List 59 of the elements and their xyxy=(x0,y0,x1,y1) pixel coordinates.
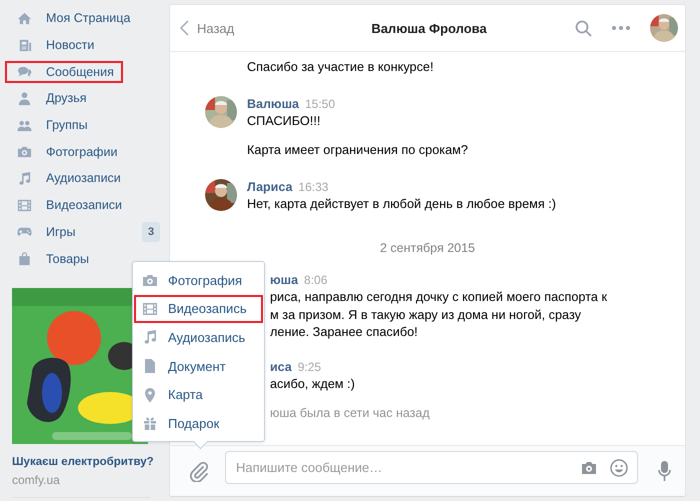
music-note-icon xyxy=(142,329,158,346)
message-time: 15:50 xyxy=(304,96,335,112)
menu-item[interactable]: Видеозаписи xyxy=(13,194,128,216)
chevron-left-icon xyxy=(180,20,189,36)
home-icon xyxy=(17,10,32,26)
menu-item[interactable]: Друзья xyxy=(13,87,93,110)
more-icon[interactable] xyxy=(612,26,630,30)
message-text: Карта имеет ограничения по срокам? xyxy=(247,142,468,159)
ad-title[interactable]: Шукаєш електробритву? xyxy=(12,454,154,470)
author-name[interactable]: Валюша xyxy=(247,96,299,112)
message-time: 9:25 xyxy=(298,358,322,376)
paperclip-icon[interactable] xyxy=(189,460,209,482)
message-text: асибо, ждем :) xyxy=(270,376,355,393)
camera-icon[interactable] xyxy=(580,460,598,476)
menu-item[interactable]: Игры xyxy=(13,220,82,243)
back-button[interactable]: Назад xyxy=(180,20,234,36)
menu-item[interactable]: Товары xyxy=(13,248,95,270)
menu-item[interactable]: Документ xyxy=(134,352,263,380)
camera-icon xyxy=(17,144,32,160)
menu-item[interactable]: Фотография xyxy=(134,266,263,295)
menu-item[interactable]: Фотографии xyxy=(13,140,124,163)
author-name[interactable]: юша xyxy=(270,272,298,289)
author-name[interactable]: иса xyxy=(270,358,292,376)
message-text: Нет, карта действует в любой день в любое время :) xyxy=(247,196,556,213)
gift-icon xyxy=(142,415,158,432)
film-icon xyxy=(142,300,158,317)
message-time: 8:06 xyxy=(304,272,328,289)
menu-item[interactable]: Сообщения xyxy=(5,60,123,83)
search-icon[interactable] xyxy=(575,20,592,36)
camera-icon xyxy=(142,272,158,288)
message-field[interactable]: Напишите сообщение… xyxy=(225,450,638,484)
smiley-icon[interactable] xyxy=(610,458,628,476)
person-icon xyxy=(17,90,32,106)
menu-item[interactable]: Аудиозапись xyxy=(134,323,263,352)
message-text: СПАСИБО!!! xyxy=(247,112,322,130)
ad-domain: comfy.ua xyxy=(12,472,61,487)
menu-item[interactable]: Новости xyxy=(13,34,100,56)
newspaper-icon xyxy=(17,38,32,53)
menu-item[interactable]: Моя Страница xyxy=(13,7,136,30)
status-text: юша была в сети час назад xyxy=(270,406,430,420)
message-text: Спасибо за участие в конкурсе! xyxy=(247,59,434,76)
menu-item[interactable]: Аудиозаписи xyxy=(13,167,127,190)
music-note-icon xyxy=(17,170,32,186)
menu-item[interactable]: Видеозапись xyxy=(134,294,263,324)
chat-bubbles-icon xyxy=(17,64,32,80)
menu-item[interactable]: Подарок xyxy=(134,408,263,438)
author-name[interactable]: Лариса xyxy=(247,178,292,196)
message-time: 16:33 xyxy=(298,178,328,196)
date-divider: 2 сентября 2015 xyxy=(380,241,476,255)
bag-icon xyxy=(17,251,32,266)
count-badge: 3 xyxy=(142,222,160,242)
film-icon xyxy=(17,198,32,213)
microphone-icon[interactable] xyxy=(658,460,671,482)
menu-item[interactable]: Карта xyxy=(134,380,263,409)
message-text: риса, направлю сегодня дочку с копией моего паспорта к м за призом. Я в такую жару из дома ни ногой, сразу ление. Заранее спасибо! xyxy=(270,289,607,341)
map-pin-icon xyxy=(142,386,158,403)
chat-title: Валюша Фролова xyxy=(371,20,487,36)
document-icon xyxy=(142,358,158,374)
menu-item[interactable]: Группы xyxy=(13,114,94,136)
